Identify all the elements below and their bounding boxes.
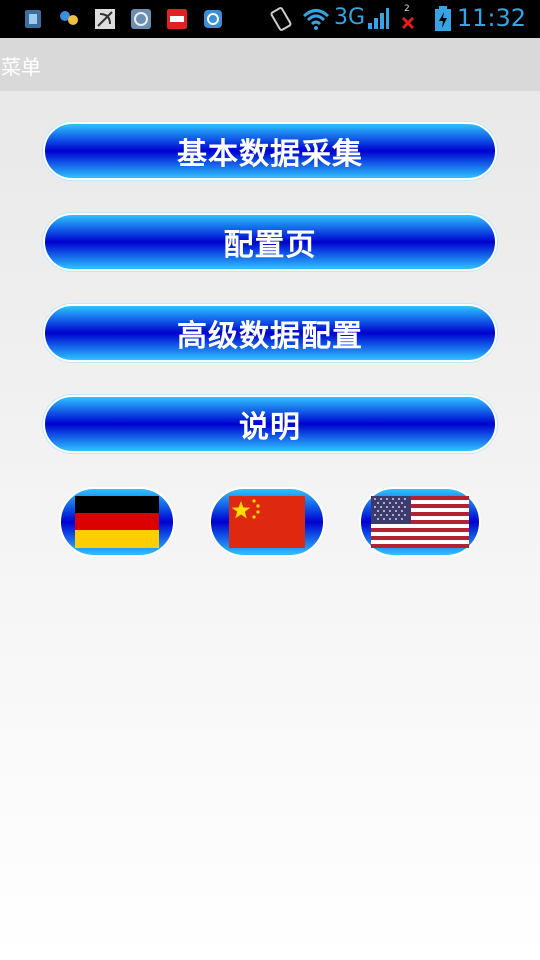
basic-data-collection-button[interactable]: 基本数据采集 xyxy=(43,122,497,180)
chinese-language-button[interactable] xyxy=(209,487,325,557)
no-signal-icon xyxy=(401,16,415,30)
vibrate-icon xyxy=(270,7,292,31)
battery-charging-icon xyxy=(435,6,451,31)
sim-card-icon xyxy=(25,10,41,28)
config-page-button[interactable]: 配置页 xyxy=(43,213,497,271)
english-language-button[interactable] xyxy=(359,487,481,557)
sim-slot-badge: 2 xyxy=(404,4,410,14)
network-type-label: 3G xyxy=(334,5,366,30)
german-language-button[interactable] xyxy=(59,487,175,557)
satellite-dish-icon xyxy=(95,9,115,29)
advanced-data-config-button[interactable]: 高级数据配置 xyxy=(43,304,497,362)
clock: 11:32 xyxy=(456,4,526,32)
instructions-button[interactable]: 说明 xyxy=(43,395,497,453)
status-bar: 3G 2 11:32 xyxy=(0,0,540,38)
germany-flag-icon xyxy=(75,496,159,548)
page-title: 菜单 xyxy=(1,55,41,79)
usa-flag-icon xyxy=(371,496,469,548)
handshake-icon xyxy=(60,11,78,25)
app-circle-icon xyxy=(131,9,151,29)
qq-icon xyxy=(204,10,222,28)
wifi-icon xyxy=(302,9,330,30)
news-icon xyxy=(167,9,187,29)
signal-icon xyxy=(368,8,389,29)
title-bar: 菜单 xyxy=(0,38,540,91)
china-flag-icon xyxy=(229,496,305,548)
